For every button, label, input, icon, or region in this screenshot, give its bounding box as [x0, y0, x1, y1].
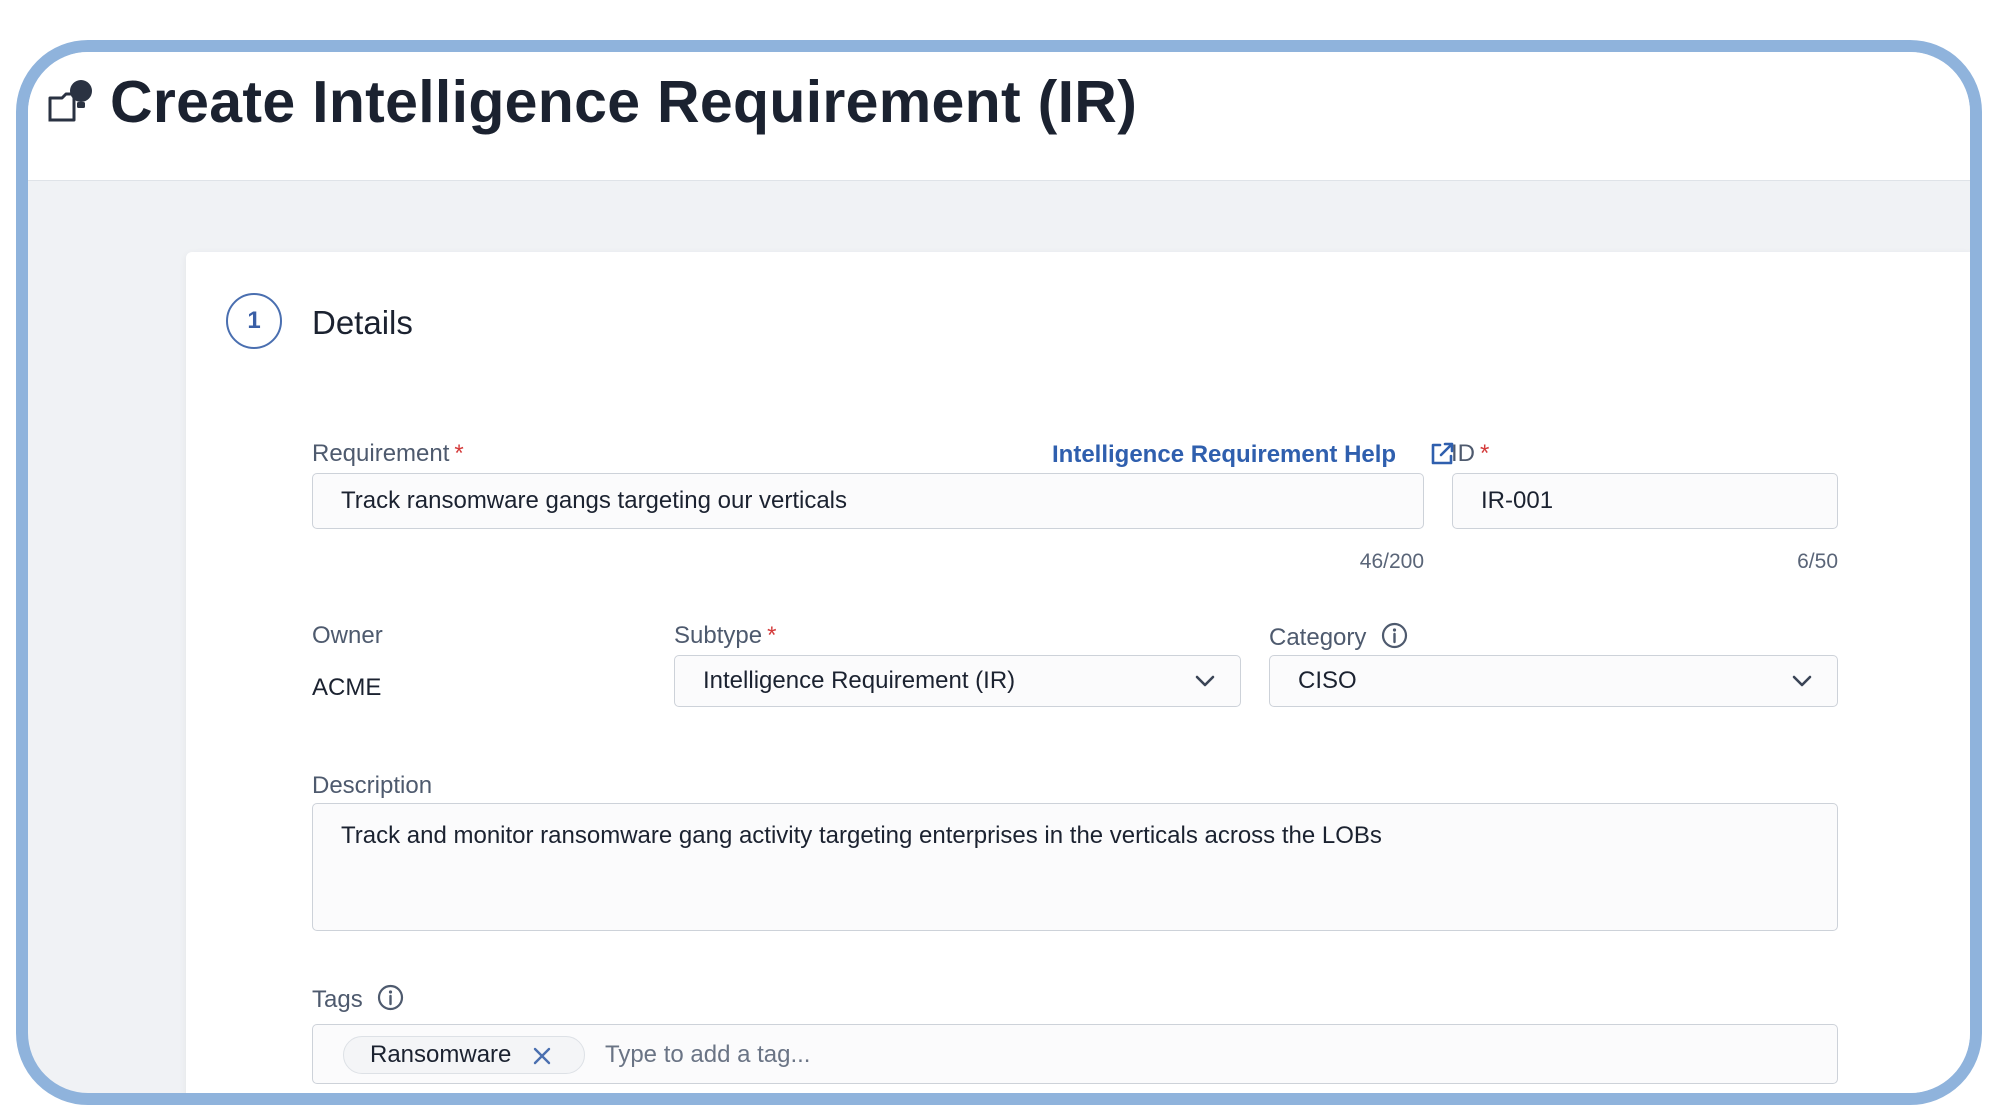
step-number: 1: [226, 293, 282, 349]
required-mark: *: [454, 440, 464, 467]
requirement-counter: 46/200: [1359, 550, 1424, 573]
lightbulb-folder-icon: [48, 80, 92, 122]
subtype-select[interactable]: Intelligence Requirement (IR): [674, 655, 1241, 707]
id-counter: 6/50: [1797, 550, 1838, 573]
description-textarea[interactable]: Track and monitor ransomware gang activi…: [312, 803, 1838, 931]
page-header: Create Intelligence Requirement (IR): [28, 52, 1970, 181]
category-label-text: Category: [1269, 624, 1367, 651]
subtype-selected-value: Intelligence Requirement (IR): [703, 667, 1016, 694]
required-mark: *: [767, 622, 777, 649]
owner-label: Owner: [312, 622, 383, 649]
subtype-label-text: Subtype: [674, 622, 763, 649]
requirement-input[interactable]: Track ransomware gangs targeting our ver…: [312, 473, 1424, 529]
tag-chip: Ransomware: [343, 1036, 585, 1074]
tags-input-container[interactable]: Ransomware: [312, 1024, 1838, 1084]
tags-label: Tags: [312, 984, 404, 1014]
required-mark: *: [1480, 440, 1490, 467]
category-label: Category: [1269, 622, 1408, 652]
intelligence-requirement-help-link[interactable]: Intelligence Requirement Help: [1052, 441, 1396, 469]
info-icon[interactable]: [1381, 622, 1408, 649]
category-selected-value: CISO: [1298, 667, 1357, 694]
requirement-label-text: Requirement: [312, 440, 450, 467]
owner-value: ACME: [312, 674, 382, 701]
chevron-down-icon: [1792, 675, 1812, 687]
id-label: ID *: [1451, 440, 1489, 468]
tags-label-text: Tags: [312, 986, 363, 1013]
tag-input[interactable]: [603, 1031, 1403, 1079]
details-card: 1 Details Requirement * Intelligence Requ…: [186, 252, 1970, 1093]
tag-label: Ransomware: [370, 1041, 512, 1068]
page-title: Create Intelligence Requirement (IR): [110, 69, 1138, 135]
id-label-text: ID: [1451, 440, 1475, 467]
subtype-label: Subtype *: [674, 622, 776, 650]
id-input[interactable]: IR-001: [1452, 473, 1838, 529]
requirement-label: Requirement *: [312, 440, 464, 468]
description-label: Description: [312, 772, 433, 799]
category-select[interactable]: CISO: [1269, 655, 1838, 707]
chevron-down-icon: [1195, 675, 1215, 687]
info-icon[interactable]: [377, 984, 404, 1011]
window-frame: Create Intelligence Requirement (IR) 1 D…: [16, 40, 1982, 1105]
step-title: Details: [312, 304, 413, 341]
close-icon[interactable]: [532, 1046, 552, 1066]
